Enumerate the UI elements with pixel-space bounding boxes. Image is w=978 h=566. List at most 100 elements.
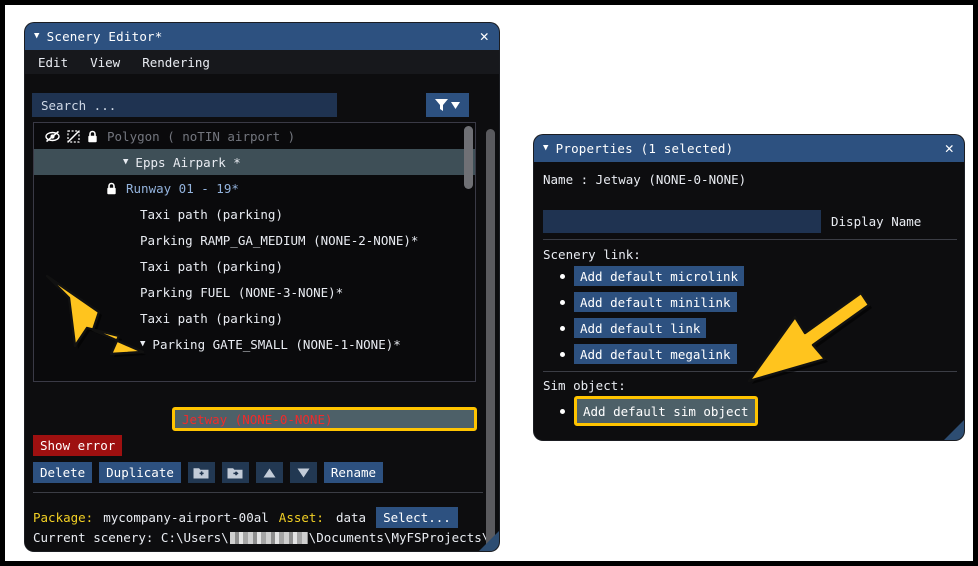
close-icon[interactable]: ✕ (942, 141, 957, 156)
page-frame: ▼ Scenery Editor* ✕ Edit View Rendering … (0, 0, 978, 566)
folder-add-button[interactable] (188, 462, 215, 483)
search-row: Search ... (32, 93, 490, 117)
chevron-down-icon (451, 102, 460, 109)
tree-row-label: Epps Airpark * (135, 155, 240, 170)
menu-item-view[interactable]: View (90, 55, 120, 70)
bullet-icon (560, 300, 565, 305)
divider (543, 371, 957, 372)
scenery-link-label: Scenery link: (543, 247, 641, 262)
properties-titlebar[interactable]: ▼ Properties (1 selected) ✕ (534, 135, 964, 162)
current-scenery-suffix: \Documents\MyFSProjects\A (309, 530, 497, 545)
move-down-button[interactable] (290, 462, 317, 483)
tree-scrollbar-thumb[interactable] (464, 126, 473, 189)
rename-button[interactable]: Rename (324, 462, 383, 483)
tree-row-label: Taxi path (parking) (140, 311, 283, 326)
folder-move-icon (227, 466, 243, 479)
properties-window: ▼ Properties (1 selected) ✕ Name : Jetwa… (534, 135, 964, 440)
bullet-icon (560, 409, 565, 414)
close-icon[interactable]: ✕ (477, 29, 492, 44)
tree-row-label: Taxi path (parking) (140, 259, 283, 274)
scenery-editor-window: ▼ Scenery Editor* ✕ Edit View Rendering … (25, 23, 499, 551)
panel-scrollbar-thumb[interactable] (486, 129, 495, 551)
redacted-username (230, 532, 308, 544)
scenery-tree[interactable]: Polygon ( noTIN airport ) ▼ Epps Airpark… (33, 122, 476, 382)
triangle-down-icon[interactable]: ▼ (140, 340, 145, 349)
properties-name-line: Name : Jetway (NONE-0-NONE) (543, 172, 746, 187)
triangle-down-icon[interactable]: ▼ (543, 144, 549, 153)
current-scenery-prefix: Current scenery: C:\Users\ (33, 530, 229, 545)
selection-disabled-icon[interactable] (67, 130, 80, 143)
scenery-link-item: Add default megalink (560, 344, 737, 364)
folder-move-button[interactable] (222, 462, 249, 483)
properties-body: Name : Jetway (NONE-0-NONE) Display Name… (534, 162, 964, 440)
asset-value: data (336, 510, 366, 525)
scenery-link-item: Add default microlink (560, 266, 744, 286)
add-default-microlink-button[interactable]: Add default microlink (574, 266, 744, 286)
filter-funnel-icon (435, 98, 448, 112)
menu-item-edit[interactable]: Edit (38, 55, 68, 70)
scenery-link-item: Add default minilink (560, 292, 737, 312)
scenery-editor-titlebar[interactable]: ▼ Scenery Editor* ✕ (25, 23, 499, 50)
tree-row-icons (45, 130, 98, 143)
arrow-down-icon (297, 468, 310, 478)
scenery-link-item: Add default link (560, 318, 706, 338)
filter-button[interactable] (426, 93, 469, 117)
selected-tree-item-label: Jetway (NONE-0-NONE) (182, 412, 333, 427)
package-row: Package: mycompany-airport-00al Asset: d… (33, 507, 458, 528)
tree-row[interactable]: Polygon ( noTIN airport ) (34, 123, 475, 149)
menu-item-rendering[interactable]: Rendering (142, 55, 210, 70)
package-value: mycompany-airport-00al (103, 510, 269, 525)
divider (543, 239, 957, 240)
lock-closed-icon[interactable] (106, 182, 117, 195)
tree-action-buttons: Delete Duplicate (33, 462, 383, 483)
tree-row[interactable]: ▼ Epps Airpark * (34, 149, 475, 175)
resize-grip-icon[interactable] (944, 420, 964, 440)
bullet-icon (560, 352, 565, 357)
resize-grip-icon[interactable] (479, 531, 499, 551)
scenery-editor-title: Scenery Editor* (47, 29, 477, 44)
tree-row[interactable]: Parking FUEL (NONE-3-NONE)* (34, 279, 475, 305)
bullet-icon (560, 326, 565, 331)
show-error-row: Show error (33, 435, 122, 456)
eye-hidden-icon[interactable] (45, 130, 60, 143)
triangle-down-icon[interactable]: ▼ (34, 32, 40, 41)
tree-row[interactable]: Parking RAMP_GA_MEDIUM (NONE-2-NONE)* (34, 227, 475, 253)
package-label: Package: (33, 510, 93, 525)
tree-row-label: Parking RAMP_GA_MEDIUM (NONE-2-NONE)* (140, 233, 418, 248)
tree-row[interactable]: Runway 01 - 19* (34, 175, 475, 201)
duplicate-button[interactable]: Duplicate (99, 462, 181, 483)
display-name-input[interactable] (543, 210, 821, 233)
tree-row[interactable]: ▼ Parking GATE_SMALL (NONE-1-NONE)* (34, 331, 475, 357)
display-name-label: Display Name (831, 214, 921, 229)
folder-add-icon (193, 466, 209, 479)
move-up-button[interactable] (256, 462, 283, 483)
tree-row[interactable]: Taxi path (parking) (34, 305, 475, 331)
tree-row[interactable]: Taxi path (parking) (34, 201, 475, 227)
arrow-up-icon (263, 468, 276, 478)
scenery-editor-body: Search ... (25, 74, 499, 551)
tree-row-label: Taxi path (parking) (140, 207, 283, 222)
add-default-megalink-button[interactable]: Add default megalink (574, 344, 737, 364)
divider (33, 492, 483, 493)
sim-object-item: Add default sim object (560, 396, 758, 426)
selected-tree-item-jetway[interactable]: Jetway (NONE-0-NONE) (172, 407, 477, 431)
add-default-sim-object-button[interactable]: Add default sim object (574, 396, 758, 426)
asset-label: Asset: (279, 510, 324, 525)
bullet-icon (560, 274, 565, 279)
tree-row-label: Runway 01 - 19* (126, 181, 239, 196)
tree-row[interactable]: Taxi path (parking) (34, 253, 475, 279)
add-default-minilink-button[interactable]: Add default minilink (574, 292, 737, 312)
display-name-row: Display Name (543, 210, 921, 233)
show-error-button[interactable]: Show error (33, 435, 122, 456)
lock-closed-icon[interactable] (87, 130, 98, 143)
current-scenery-path: Current scenery: C:\Users\ \Documents\My… (33, 530, 497, 545)
scenery-editor-menubar: Edit View Rendering (25, 50, 499, 74)
triangle-down-icon[interactable]: ▼ (123, 158, 128, 167)
search-input[interactable]: Search ... (32, 93, 337, 117)
tree-row-label: Parking GATE_SMALL (NONE-1-NONE)* (152, 337, 400, 352)
tree-row-label: Polygon ( noTIN airport ) (107, 129, 295, 144)
add-default-link-button[interactable]: Add default link (574, 318, 706, 338)
select-asset-button[interactable]: Select... (376, 507, 458, 528)
tree-row-label: Parking FUEL (NONE-3-NONE)* (140, 285, 343, 300)
delete-button[interactable]: Delete (33, 462, 92, 483)
